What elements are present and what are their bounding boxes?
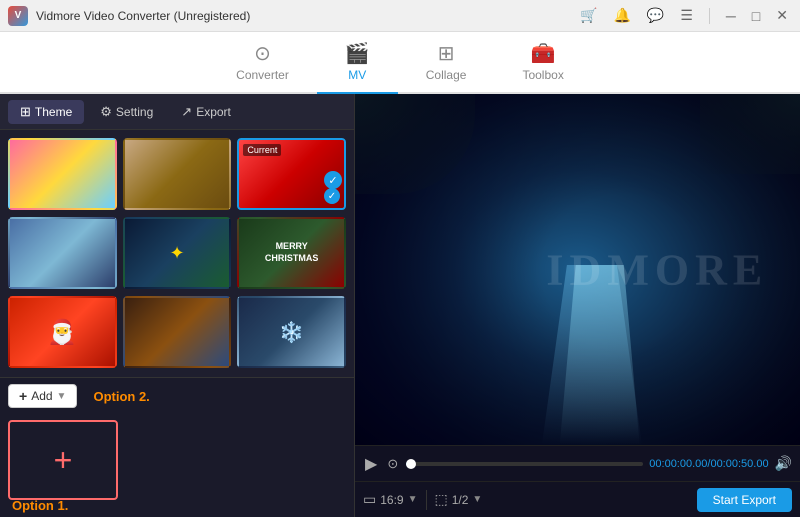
- quality-icon: ⬚: [435, 491, 448, 508]
- tab-converter[interactable]: ⊙ Converter: [208, 33, 317, 94]
- stop-button[interactable]: ⊙: [385, 454, 400, 474]
- left-panel: ⊞ Theme ⚙ Setting ↗ Export Happy Blank: [0, 94, 355, 517]
- app-title: Vidmore Video Converter (Unregistered): [36, 9, 576, 23]
- add-button[interactable]: + Add ▼: [8, 384, 77, 408]
- file-drop-area: + Option 1.: [0, 414, 354, 517]
- start-export-button[interactable]: Start Export: [697, 488, 792, 512]
- converter-icon: ⊙: [254, 41, 271, 66]
- play-button[interactable]: ▶: [363, 452, 379, 476]
- bottom-controls: ▭ 16:9 ▼ ⬚ 1/2 ▼ Start Export: [355, 481, 800, 517]
- main-content: ⊞ Theme ⚙ Setting ↗ Export Happy Blank: [0, 94, 800, 517]
- current-badge: Current: [243, 144, 281, 156]
- maximize-button[interactable]: □: [748, 6, 764, 26]
- tab-converter-label: Converter: [236, 68, 289, 82]
- sub-tab-export[interactable]: ↗ Export: [169, 100, 243, 124]
- theme-simple[interactable]: Simple: [8, 217, 117, 290]
- tab-mv-label: MV: [348, 68, 366, 82]
- left-bottom-area: + Add ▼ Option 2. + Option 1.: [0, 377, 354, 517]
- add-toolbar: + Add ▼ Option 2.: [0, 378, 354, 414]
- tab-mv[interactable]: 🎬 MV: [317, 33, 398, 94]
- shopping-cart-icon[interactable]: 🛒: [576, 5, 601, 26]
- quality-selector[interactable]: ⬚ 1/2 ▼: [435, 491, 483, 508]
- add-file-placeholder[interactable]: +: [8, 420, 118, 500]
- add-dropdown-arrow[interactable]: ▼: [57, 391, 67, 402]
- title-bar: V Vidmore Video Converter (Unregistered)…: [0, 0, 800, 32]
- theme-happy[interactable]: Happy: [8, 138, 117, 211]
- ratio-dropdown-arrow[interactable]: ▼: [408, 494, 418, 505]
- theme-snowy-night[interactable]: ❄️ Snowy Night: [237, 296, 346, 369]
- sub-tab-theme[interactable]: ⊞ Theme: [8, 100, 84, 124]
- sub-tab-setting[interactable]: ⚙ Setting: [88, 100, 165, 124]
- mv-icon: 🎬: [345, 41, 370, 66]
- nav-tabs: ⊙ Converter 🎬 MV ⊞ Collage 🧰 Toolbox: [0, 32, 800, 94]
- toolbox-icon: 🧰: [531, 41, 556, 66]
- option2-label: Option 2.: [93, 389, 149, 404]
- sub-tab-setting-label: Setting: [116, 105, 153, 119]
- tab-collage-label: Collage: [426, 68, 467, 82]
- video-controls: ▶ ⊙ 00:00:00.00/00:00:50.00 🔊: [355, 445, 800, 481]
- add-file-plus-icon: +: [54, 442, 73, 479]
- quality-dropdown-arrow[interactable]: ▼: [472, 494, 482, 505]
- theme-christmas-eve[interactable]: ✦ Christmas Eve: [123, 217, 232, 290]
- theme-grid: Happy Blank Current ✓ Chic Simple ✦: [0, 130, 354, 377]
- progress-dot: [406, 459, 416, 469]
- tab-collage[interactable]: ⊞ Collage: [398, 33, 495, 94]
- chat-icon[interactable]: 💬: [643, 5, 668, 26]
- menu-icon[interactable]: ☰: [676, 5, 697, 26]
- controls-divider: [426, 490, 427, 510]
- export-icon: ↗: [181, 104, 192, 120]
- quality-value: 1/2: [452, 493, 469, 507]
- progress-bar[interactable]: [406, 462, 643, 466]
- theme-modern-life[interactable]: Modern Life: [123, 296, 232, 369]
- santa-emoji: 🎅: [47, 318, 77, 347]
- setting-gear-icon: ⚙: [100, 104, 112, 120]
- plus-icon: +: [19, 388, 27, 404]
- divider: [709, 8, 710, 24]
- bell-icon[interactable]: 🔔: [609, 5, 634, 26]
- title-bar-controls: 🛒 🔔 💬 ☰ ─ □ ✕: [576, 5, 792, 26]
- option1-label: Option 1.: [12, 498, 68, 513]
- minimize-button[interactable]: ─: [722, 6, 740, 26]
- add-label: Add: [31, 389, 52, 403]
- merry-christmas-text: MERRYCHRISTMAS: [265, 241, 319, 264]
- cave-rock-tr: [700, 94, 800, 174]
- christmas-eve-decor: ✦: [169, 243, 184, 264]
- time-display: 00:00:00.00/00:00:50.00: [649, 458, 768, 470]
- video-preview: IDMORE: [355, 94, 800, 445]
- theme-santa-claus[interactable]: 🎅 Santa Claus: [8, 296, 117, 369]
- sub-tab-export-label: Export: [196, 105, 231, 119]
- aspect-ratio-icon: ▭: [363, 491, 376, 508]
- theme-merry-christmas[interactable]: MERRYCHRISTMAS Merry Christmas: [237, 217, 346, 290]
- theme-blank[interactable]: Blank: [123, 138, 232, 211]
- ratio-selector[interactable]: ▭ 16:9 ▼: [363, 491, 418, 508]
- sub-tabs: ⊞ Theme ⚙ Setting ↗ Export: [0, 94, 354, 130]
- volume-icon[interactable]: 🔊: [775, 455, 792, 472]
- right-panel: IDMORE ▶ ⊙ 00:00:00.00/00:00:50.00 🔊 ▭ 1…: [355, 94, 800, 517]
- video-watermark: IDMORE: [546, 244, 768, 295]
- theme-chic[interactable]: Current ✓ Chic: [237, 138, 346, 211]
- collage-icon: ⊞: [438, 41, 455, 66]
- snow-emoji: ❄️: [279, 320, 304, 345]
- selected-checkmark: ✓: [324, 188, 340, 204]
- close-button[interactable]: ✕: [772, 5, 792, 26]
- ratio-value: 16:9: [380, 493, 403, 507]
- tab-toolbox-label: Toolbox: [522, 68, 563, 82]
- sub-tab-theme-label: Theme: [35, 105, 72, 119]
- app-logo: V: [8, 6, 28, 26]
- theme-grid-icon: ⊞: [20, 104, 31, 120]
- tab-toolbox[interactable]: 🧰 Toolbox: [494, 33, 591, 94]
